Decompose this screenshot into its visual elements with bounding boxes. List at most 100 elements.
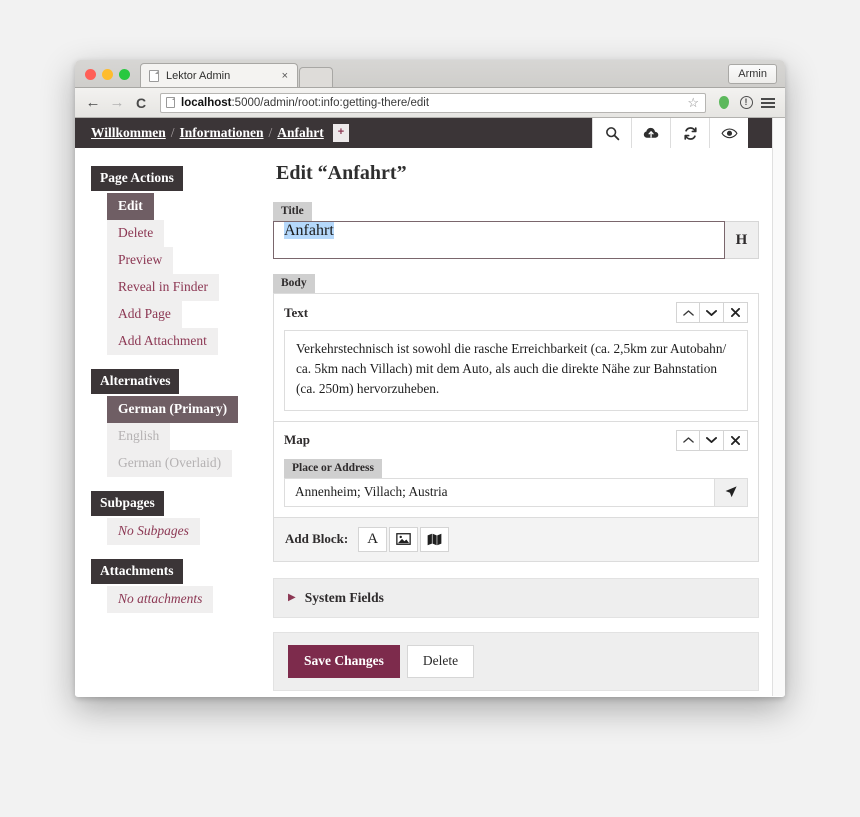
move-down-icon[interactable]	[700, 429, 724, 451]
admin-navbar: Willkommen / Informationen / Anfahrt +	[75, 118, 772, 148]
profile-button[interactable]: Armin	[728, 64, 777, 84]
breadcrumb-item-2[interactable]: Anfahrt	[277, 125, 324, 141]
new-tab-button[interactable]	[299, 67, 333, 87]
admin-content: Page Actions Edit Delete Preview Reveal …	[75, 148, 772, 696]
maximize-window-button[interactable]	[119, 69, 130, 80]
title-field-label: Title	[273, 202, 312, 221]
flow-block-map: Map Place or Address Annenheim; Villach;…	[273, 421, 759, 518]
title-input[interactable]: Anfahrt	[273, 221, 725, 259]
title-field-row: Anfahrt H	[273, 221, 759, 259]
sidebar-section-attachments: Attachments No attachments	[91, 559, 261, 613]
add-block-buttons: A	[358, 526, 450, 552]
body-field-label: Body	[273, 274, 315, 293]
navbar-tail	[748, 118, 772, 148]
block-title: Map	[284, 432, 310, 448]
move-up-icon[interactable]	[676, 429, 700, 451]
minimize-window-button[interactable]	[102, 69, 113, 80]
close-window-button[interactable]	[85, 69, 96, 80]
sidebar-item-german-primary[interactable]: German (Primary)	[107, 396, 239, 423]
title-input-value: Anfahrt	[284, 222, 334, 239]
flow-block-text: Text Verkehrstechnisch ist sowohl die ra…	[273, 293, 759, 422]
map-address-row: Annenheim; Villach; Austria	[284, 477, 748, 507]
sidebar-item-reveal-in-finder[interactable]: Reveal in Finder	[107, 274, 219, 301]
move-up-icon[interactable]	[676, 302, 700, 323]
image-block-icon[interactable]	[389, 526, 419, 552]
window-traffic-lights	[75, 69, 138, 87]
sidebar-item-no-attachments: No attachments	[107, 586, 214, 613]
sidebar-item-edit[interactable]: Edit	[107, 193, 154, 220]
sidebar-item-german-overlaid[interactable]: German (Overlaid)	[107, 450, 233, 477]
sidebar-list: No attachments	[91, 586, 261, 613]
tab-title: Lektor Admin	[166, 69, 231, 82]
back-icon[interactable]: ←	[83, 93, 103, 113]
sidebar-item-add-page[interactable]: Add Page	[107, 301, 182, 328]
breadcrumb-separator: /	[268, 125, 273, 140]
remove-block-icon[interactable]	[724, 302, 748, 323]
sidebar: Page Actions Edit Delete Preview Reveal …	[91, 162, 261, 696]
sidebar-section-title: Alternatives	[91, 369, 180, 394]
sidebar-list: No Subpages	[91, 518, 261, 545]
breadcrumb: Willkommen / Informationen / Anfahrt +	[75, 118, 592, 148]
browser-tab-strip: Lektor Admin × Armin	[75, 60, 785, 88]
delete-button[interactable]: Delete	[406, 644, 475, 678]
add-child-page-button[interactable]: +	[332, 124, 350, 142]
breadcrumb-separator: /	[170, 125, 175, 140]
page-favicon-icon	[149, 69, 159, 82]
bookmark-star-icon[interactable]: ☆	[687, 95, 699, 111]
block-title: Text	[284, 304, 309, 320]
address-bar[interactable]: localhost:5000/admin/root:info:getting-t…	[160, 92, 706, 113]
title-translate-button[interactable]: H	[725, 221, 759, 259]
close-tab-icon[interactable]: ×	[279, 70, 291, 82]
sidebar-item-add-attachment[interactable]: Add Attachment	[107, 328, 218, 355]
sidebar-item-no-subpages: No Subpages	[107, 518, 200, 545]
sidebar-section-page-actions: Page Actions Edit Delete Preview Reveal …	[91, 166, 261, 355]
map-address-subfield: Place or Address Annenheim; Villach; Aus…	[284, 458, 748, 507]
page-scrollbar[interactable]	[772, 118, 785, 696]
sidebar-item-english[interactable]: English	[107, 423, 171, 450]
block-header: Text	[284, 302, 748, 323]
browser-tab[interactable]: Lektor Admin ×	[140, 63, 298, 87]
sidebar-list: Edit Delete Preview Reveal in Finder Add…	[91, 193, 261, 355]
sidebar-item-preview[interactable]: Preview	[107, 247, 174, 274]
sidebar-section-alternatives: Alternatives German (Primary) English Ge…	[91, 369, 261, 477]
map-address-input[interactable]: Annenheim; Villach; Austria	[284, 477, 715, 507]
form-actions: Save Changes Delete	[273, 631, 759, 691]
page-viewport: Willkommen / Informationen / Anfahrt + P…	[75, 118, 785, 696]
navigate-icon[interactable]	[715, 477, 748, 507]
breadcrumb-item-1[interactable]: Informationen	[180, 125, 264, 141]
forward-icon[interactable]: →	[107, 93, 127, 113]
sidebar-list: German (Primary) English German (Overlai…	[91, 396, 261, 477]
url-host: localhost	[181, 96, 232, 109]
sidebar-section-title: Page Actions	[91, 166, 183, 191]
block-controls	[676, 429, 748, 451]
sidebar-section-title: Subpages	[91, 491, 164, 516]
text-block-textarea[interactable]: Verkehrstechnisch ist sowohl die rasche …	[284, 330, 748, 411]
page-title: Edit “Anfahrt”	[276, 162, 407, 184]
map-block-icon[interactable]	[420, 526, 450, 552]
browser-menu-icon[interactable]	[759, 97, 777, 108]
cloud-upload-icon[interactable]	[631, 118, 670, 148]
title-field-group: Title Anfahrt H	[273, 201, 759, 259]
url-path: :5000/admin/root:info:getting-there/edit	[231, 96, 430, 109]
sidebar-section-title: Attachments	[91, 559, 183, 584]
text-block-icon[interactable]: A	[358, 526, 388, 552]
sidebar-section-subpages: Subpages No Subpages	[91, 491, 261, 545]
url-text: localhost:5000/admin/root:info:getting-t…	[181, 97, 687, 109]
browser-window: Lektor Admin × Armin ← → C localhost:500…	[75, 60, 785, 697]
save-changes-button[interactable]: Save Changes	[288, 644, 400, 678]
body-field-group: Body Text Verkehrstechnisch ist sowohl d…	[273, 273, 759, 562]
move-down-icon[interactable]	[700, 302, 724, 323]
place-or-address-label: Place or Address	[284, 458, 382, 478]
search-icon[interactable]	[592, 118, 631, 148]
page-info-icon[interactable]: !	[737, 96, 755, 109]
reload-icon[interactable]: C	[131, 93, 151, 113]
refresh-icon[interactable]	[670, 118, 709, 148]
location-pin-icon[interactable]	[715, 96, 733, 109]
sidebar-item-delete[interactable]: Delete	[107, 220, 165, 247]
add-block-bar: Add Block: A	[273, 517, 759, 562]
system-fields-toggle[interactable]: ▶ System Fields	[273, 577, 759, 618]
remove-block-icon[interactable]	[724, 429, 748, 451]
breadcrumb-item-0[interactable]: Willkommen	[91, 125, 166, 141]
edit-form: Edit “Anfahrt” Title Anfahrt H Body Text…	[261, 162, 759, 696]
eye-icon[interactable]	[709, 118, 748, 148]
